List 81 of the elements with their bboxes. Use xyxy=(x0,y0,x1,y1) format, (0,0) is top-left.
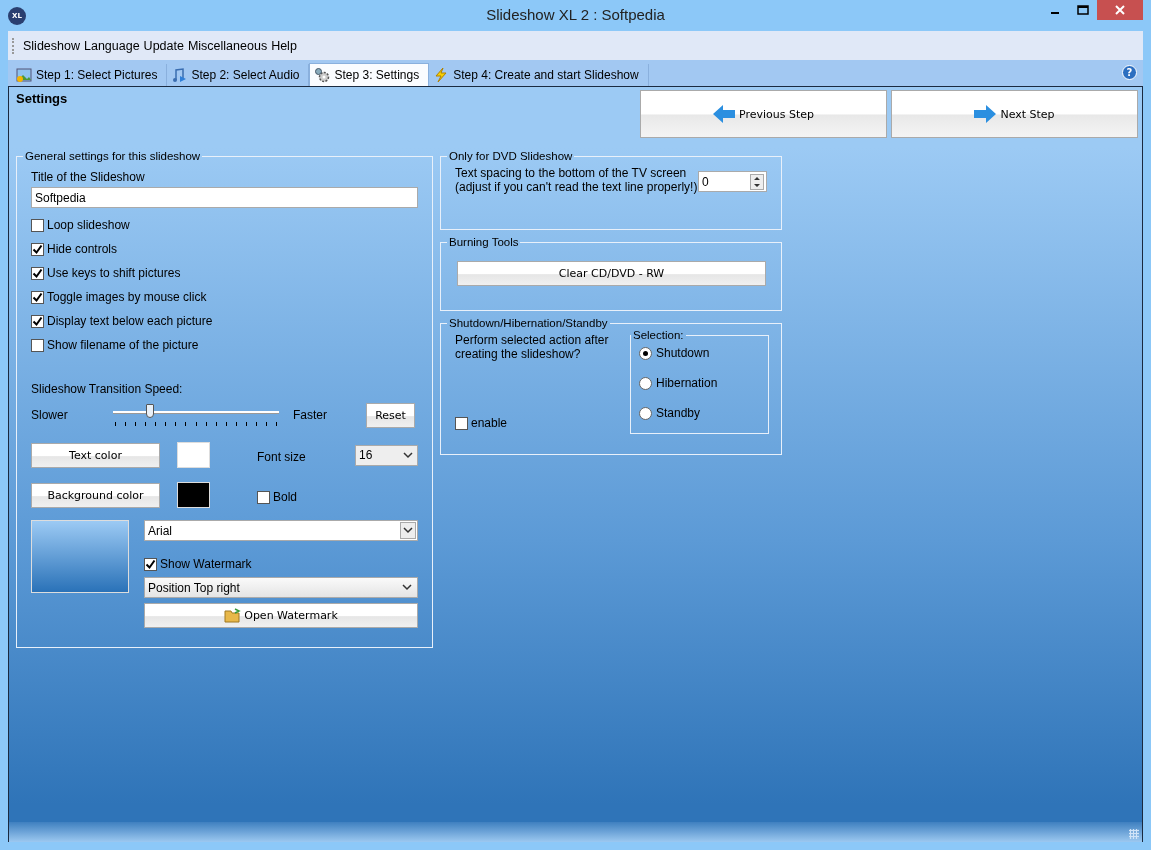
color-swatch[interactable] xyxy=(177,482,210,508)
step-tab[interactable]: Step 3: Settings xyxy=(309,63,430,86)
spacing-label: Text spacing to the bottom of the TV screen xyxy=(455,166,688,180)
group-title: General settings for this slideshow xyxy=(24,150,202,162)
checkbox-label: Show Watermark xyxy=(160,557,252,571)
group-title: Selection: xyxy=(632,329,685,341)
step-tab[interactable]: Step 1: Select Pictures xyxy=(12,64,168,86)
speed-label: Slideshow Transition Speed: xyxy=(31,382,184,396)
close-icon xyxy=(1115,5,1125,15)
chevron-down-icon xyxy=(403,527,413,534)
radio-label: Shutdown xyxy=(656,346,710,360)
maximize-icon xyxy=(1077,5,1089,15)
left-arrow-icon xyxy=(713,104,735,124)
checkbox[interactable] xyxy=(31,314,44,328)
color-swatch[interactable] xyxy=(177,442,210,468)
checkbox[interactable] xyxy=(31,338,44,352)
menu-item[interactable]: Language xyxy=(83,36,141,55)
checkbox-label: Loop slideshow xyxy=(47,218,130,232)
minimize-icon xyxy=(1051,12,1059,14)
group-title: Burning Tools xyxy=(448,236,520,248)
radio-label: Hibernation xyxy=(656,376,718,390)
picture-icon xyxy=(16,67,32,83)
checkbox-label: Show filename of the picture xyxy=(47,338,199,352)
open-watermark-button[interactable]: Open Watermark xyxy=(144,603,418,628)
folder-icon xyxy=(224,608,243,623)
right-arrow-icon xyxy=(974,104,997,124)
checkbox-label: Hide controls xyxy=(47,242,118,256)
title-field[interactable]: Softpedia xyxy=(31,187,418,208)
resize-grip-icon xyxy=(1129,829,1139,839)
field-label: Title of the Slideshow xyxy=(31,170,146,184)
checkbox[interactable] xyxy=(31,242,44,256)
speed-slider[interactable] xyxy=(113,402,279,428)
checkbox[interactable] xyxy=(31,218,44,232)
font-size-dropdown[interactable]: 16 xyxy=(355,444,418,466)
clear-disc-button[interactable]: Clear CD/DVD - RW xyxy=(457,261,766,286)
faster-label: Faster xyxy=(293,408,328,422)
position-dropdown[interactable]: Position Top right xyxy=(144,577,418,598)
chevron-down-icon xyxy=(402,584,412,591)
menu-item[interactable]: Update xyxy=(142,36,185,55)
checkbox[interactable] xyxy=(144,557,157,571)
background-color-button[interactable]: Background color xyxy=(31,482,160,508)
toolbar-grip xyxy=(12,37,16,54)
reset-button[interactable]: Reset xyxy=(366,402,415,428)
window-title: Slideshow XL 2 : Softpedia xyxy=(486,6,665,23)
slower-label: Slower xyxy=(31,408,69,422)
checkbox[interactable] xyxy=(31,290,44,304)
checkbox-label: Display text below each picture xyxy=(47,314,213,328)
group-title: Only for DVD Slideshow xyxy=(448,150,574,162)
checkbox[interactable] xyxy=(455,416,468,430)
menu-item[interactable]: Help xyxy=(270,36,298,55)
step-tab[interactable]: Step 4: Create and start Slideshow xyxy=(429,64,649,86)
previous-step-button[interactable]: Previous Step xyxy=(640,90,887,138)
radio-button[interactable] xyxy=(639,346,652,360)
chevron-down-icon xyxy=(403,451,413,459)
checkbox-label: enable xyxy=(471,416,508,430)
font-dropdown[interactable]: Arial xyxy=(144,520,418,541)
checkbox[interactable] xyxy=(31,266,44,280)
checkbox-label: Use keys to shift pictures xyxy=(47,266,181,280)
slider-thumb[interactable] xyxy=(145,404,154,418)
spacing-spinner[interactable]: 0 xyxy=(698,171,767,192)
menu-item[interactable]: Slideshow xyxy=(22,36,81,55)
spacing-hint: (adjust if you can't read the text line properly!) xyxy=(455,180,698,194)
checkbox-label: Bold xyxy=(273,490,298,504)
help-button[interactable]: ? xyxy=(1122,65,1137,80)
radio-button[interactable] xyxy=(639,406,652,420)
checkbox[interactable] xyxy=(257,490,270,504)
radio-button[interactable] xyxy=(639,376,652,390)
next-step-button[interactable]: Next Step xyxy=(891,90,1138,138)
gears-icon xyxy=(314,67,331,83)
spinner-arrows-icon xyxy=(750,173,764,190)
music-note-icon xyxy=(171,67,188,83)
menu-item[interactable]: Miscellaneous xyxy=(186,36,269,55)
font-size-label: Font size xyxy=(257,449,306,464)
checkbox-label: Toggle images by mouse click xyxy=(47,290,207,304)
page-title: Settings xyxy=(16,91,68,106)
close-button[interactable] xyxy=(1097,0,1143,20)
question-text: Perform selected action after creating the slideshow? xyxy=(455,333,610,361)
radio-label: Standby xyxy=(656,406,701,420)
group-title: Shutdown/Hibernation/Standby xyxy=(448,317,609,329)
lightning-icon xyxy=(433,67,450,83)
text-color-button[interactable]: Text color xyxy=(31,442,160,468)
